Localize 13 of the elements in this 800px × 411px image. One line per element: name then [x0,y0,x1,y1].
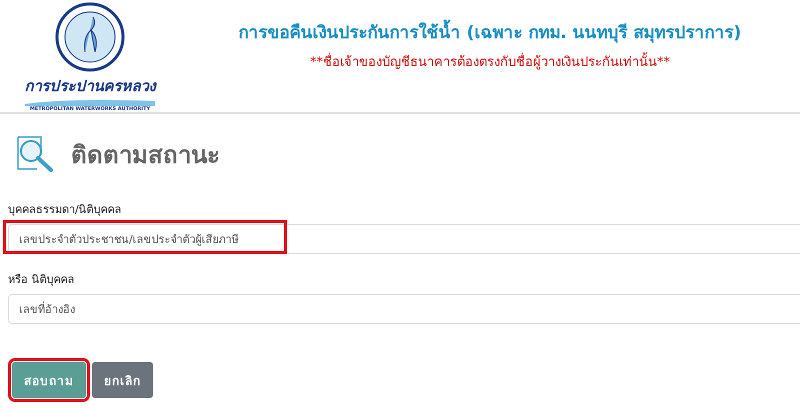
input-field[interactable]: เลขประจำตัวประชาชน/เลขประจำตัวผู้เสียภาษี [8,224,800,254]
cancel-button[interactable]: ยกเลิก [92,362,153,398]
input-field[interactable]: เลขที่อ้างอิง [8,294,800,324]
logo-name: การประปานครหลวง [24,76,156,97]
notice-text: **ชื่อเจ้าของบัญชีธนาคารต้องตรงกับชื่อผู้วางเงินประกันเท่านั้น** [310,51,670,72]
field-label: บุคคลธรรมดา/นิติบุคคล [8,202,123,218]
section-title: ติดตามสถานะ [71,140,220,170]
page-title: การขอคืนเงินประกันการใช้น้ำ (เฉพาะ กทม. นนทบุรี สมุทรปราการ) [238,18,742,45]
field-label: หรือ นิติบุคคล [8,272,76,288]
search-button[interactable]: สอบถาม [12,362,86,398]
emblem-icon [55,2,125,72]
search-document-icon [15,135,55,173]
wave-icon [25,98,155,106]
